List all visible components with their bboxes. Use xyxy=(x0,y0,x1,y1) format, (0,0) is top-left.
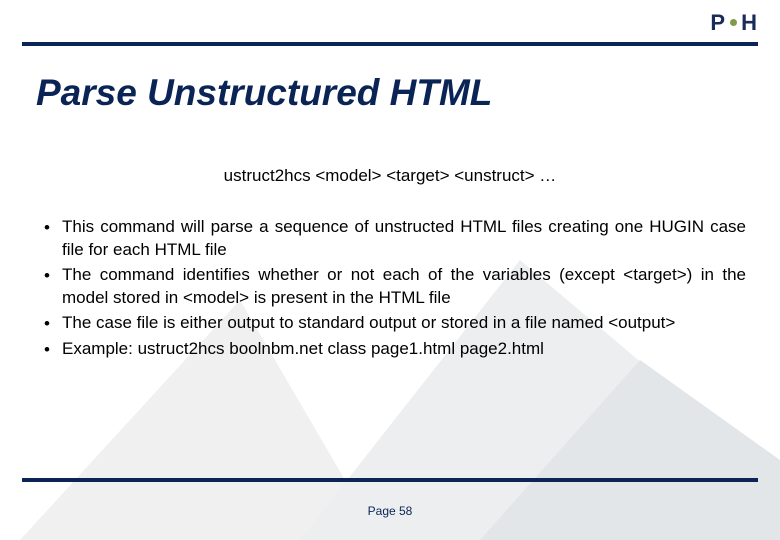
bullet-text: Example: ustruct2hcs boolnbm.net class p… xyxy=(62,338,746,361)
bullet-list: • This command will parse a sequence of … xyxy=(44,216,746,364)
top-divider xyxy=(22,42,758,46)
logo-dot-icon xyxy=(730,19,737,26)
bullet-text: The case file is either output to standa… xyxy=(62,312,746,335)
command-line: ustruct2hcs <model> <target> <unstruct> … xyxy=(0,166,780,186)
list-item: • Example: ustruct2hcs boolnbm.net class… xyxy=(44,338,746,362)
bullet-icon: • xyxy=(44,338,62,362)
bottom-divider xyxy=(22,478,758,482)
bullet-icon: • xyxy=(44,312,62,336)
logo: PH xyxy=(710,10,758,36)
list-item: • This command will parse a sequence of … xyxy=(44,216,746,262)
list-item: • The case file is either output to stan… xyxy=(44,312,746,336)
logo-p1: P xyxy=(710,10,726,35)
page-number: Page 58 xyxy=(0,504,780,518)
list-item: • The command identifies whether or not … xyxy=(44,264,746,310)
bullet-text: The command identifies whether or not ea… xyxy=(62,264,746,310)
bullet-icon: • xyxy=(44,216,62,240)
logo-p2: H xyxy=(741,10,758,35)
slide: PH Parse Unstructured HTML ustruct2hcs <… xyxy=(0,0,780,540)
bullet-text: This command will parse a sequence of un… xyxy=(62,216,746,262)
slide-title: Parse Unstructured HTML xyxy=(36,72,492,114)
bullet-icon: • xyxy=(44,264,62,288)
